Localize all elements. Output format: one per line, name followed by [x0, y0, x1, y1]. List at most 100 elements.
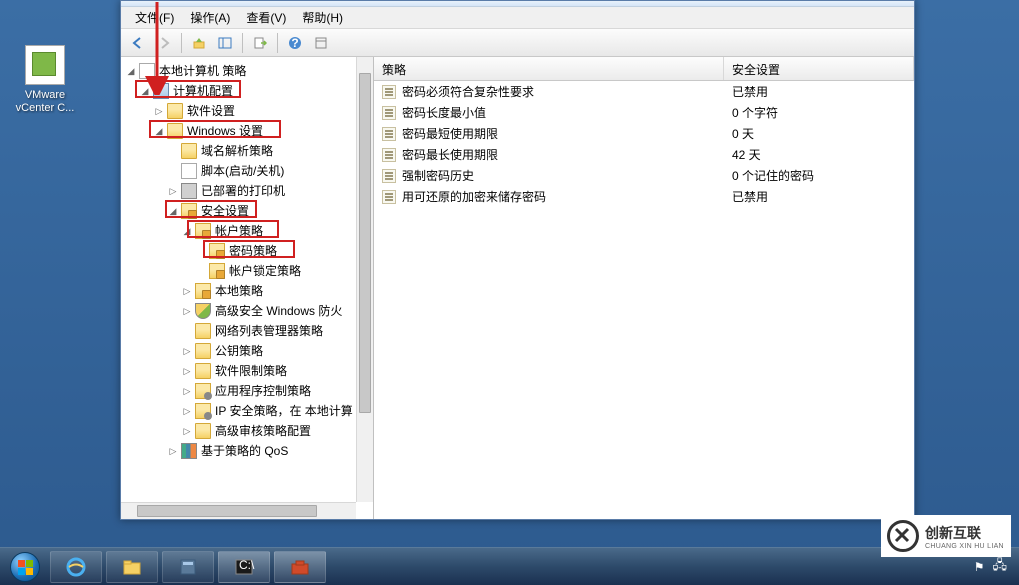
tree-firewall[interactable]: ▷ 高级安全 Windows 防火 — [121, 301, 373, 321]
properties-button[interactable] — [310, 32, 332, 54]
tree-app-control[interactable]: ▷ 应用程序控制策略 — [121, 381, 373, 401]
svg-text:?: ? — [291, 36, 298, 50]
help-button[interactable]: ? — [284, 32, 306, 54]
vertical-scrollbar[interactable] — [356, 57, 373, 502]
list-pane[interactable]: 策略 安全设置 密码必须符合复杂性要求已禁用密码长度最小值0 个字符密码最短使用… — [374, 57, 914, 519]
expand-toggle[interactable]: ◢ — [153, 125, 165, 137]
taskbar-ie[interactable] — [50, 551, 102, 583]
menu-action[interactable]: 操作(A) — [182, 7, 238, 28]
policy-item-icon — [382, 106, 396, 120]
tray-flag-icon[interactable]: ⚑ — [974, 560, 985, 574]
taskbar-cmd[interactable]: C:\ — [218, 551, 270, 583]
expand-toggle[interactable]: ▷ — [181, 425, 193, 437]
tree-dns-policy[interactable]: 域名解析策略 — [121, 141, 373, 161]
taskbar-mmc[interactable] — [274, 551, 326, 583]
folder-lock-icon — [195, 223, 211, 239]
taskbar-server-manager[interactable] — [162, 551, 214, 583]
start-button[interactable] — [4, 551, 46, 583]
tree-windows-settings[interactable]: ◢ Windows 设置 — [121, 121, 373, 141]
list-row[interactable]: 密码长度最小值 0 个字符 — [374, 102, 914, 123]
policy-name: 密码必须符合复杂性要求 — [402, 83, 534, 100]
list-row[interactable]: 密码必须符合复杂性要求已禁用 — [374, 81, 914, 102]
folder-gear-icon — [195, 383, 211, 399]
folder-icon — [195, 343, 211, 359]
printer-icon — [181, 183, 197, 199]
vmware-icon — [25, 45, 65, 85]
annotation-arrow — [145, 0, 175, 95]
list-row[interactable]: 密码最长使用期限 42 天 — [374, 144, 914, 165]
policy-name: 密码最长使用期限 — [402, 146, 498, 163]
expand-toggle[interactable]: ▷ — [181, 285, 193, 297]
expand-toggle[interactable]: ▷ — [181, 365, 193, 377]
mmc-window: 文件(F) 操作(A) 查看(V) 帮助(H) ? ◢ 本地计算机 策略 ◢ 计… — [120, 0, 915, 520]
tree-ip-security[interactable]: ▷ IP 安全策略，在 本地计算 — [121, 401, 373, 421]
list-row[interactable]: 强制密码历史 0 个记住的密码 — [374, 165, 914, 186]
server-icon — [177, 556, 199, 578]
toolbox-icon — [289, 556, 311, 578]
tree-pane[interactable]: ◢ 本地计算机 策略 ◢ 计算机配置 ▷ 软件设置 ◢ Windows 设置 — [121, 57, 374, 519]
desktop-icon-vmware[interactable]: VMware vCenter C... — [10, 45, 80, 115]
list-header: 策略 安全设置 — [374, 57, 914, 81]
expand-toggle[interactable]: ◢ — [167, 205, 179, 217]
menu-view[interactable]: 查看(V) — [238, 7, 294, 28]
folder-lock-icon — [195, 283, 211, 299]
tree-printers[interactable]: ▷ 已部署的打印机 — [121, 181, 373, 201]
tree-scripts[interactable]: 脚本(启动/关机) — [121, 161, 373, 181]
folder-lock-icon — [209, 263, 225, 279]
system-tray[interactable]: ⚑ 🖧 — [974, 556, 1015, 578]
tree-qos[interactable]: ▷ 基于策略的 QoS — [121, 441, 373, 461]
shield-icon — [195, 303, 211, 319]
policy-name: 强制密码历史 — [402, 167, 474, 184]
expand-toggle[interactable]: ◢ — [125, 65, 137, 77]
watermark-logo: 创新互联 CHUANG XIN HU LIAN — [881, 515, 1011, 557]
tree-pubkey[interactable]: ▷ 公钥策略 — [121, 341, 373, 361]
toolbar-separator — [242, 33, 243, 53]
tree-security-settings[interactable]: ◢ 安全设置 — [121, 201, 373, 221]
folder-icon — [181, 143, 197, 159]
expand-toggle[interactable]: ▷ — [181, 305, 193, 317]
policy-setting: 0 个记住的密码 — [724, 165, 914, 186]
taskbar-explorer[interactable] — [106, 551, 158, 583]
expand-toggle[interactable]: ▷ — [167, 445, 179, 457]
list-row[interactable]: 用可还原的加密来储存密码 已禁用 — [374, 186, 914, 207]
content-area: ◢ 本地计算机 策略 ◢ 计算机配置 ▷ 软件设置 ◢ Windows 设置 — [121, 57, 914, 519]
column-policy[interactable]: 策略 — [374, 57, 724, 80]
tree-password-policy[interactable]: 密码策略 — [121, 241, 373, 261]
expand-toggle[interactable]: ◢ — [181, 225, 193, 237]
menu-help[interactable]: 帮助(H) — [294, 7, 351, 28]
policy-setting: 已禁用 — [724, 186, 914, 207]
toolbar-separator — [181, 33, 182, 53]
show-hide-tree-button[interactable] — [214, 32, 236, 54]
tray-network-icon[interactable]: 🖧 — [993, 556, 1008, 578]
chart-icon — [181, 443, 197, 459]
up-button[interactable] — [188, 32, 210, 54]
policy-name: 用可还原的加密来储存密码 — [402, 188, 546, 205]
list-body: 密码必须符合复杂性要求已禁用密码长度最小值0 个字符密码最短使用期限0 天密码最… — [374, 81, 914, 207]
tree-local-policy[interactable]: ▷ 本地策略 — [121, 281, 373, 301]
list-row[interactable]: 密码最短使用期限0 天 — [374, 123, 914, 144]
folder-icon — [167, 123, 183, 139]
expand-toggle[interactable]: ▷ — [181, 385, 193, 397]
tree-account-policy[interactable]: ◢ 帐户策略 — [121, 221, 373, 241]
policy-item-icon — [382, 127, 396, 141]
expand-toggle[interactable]: ▷ — [181, 405, 193, 417]
toolbar: ? — [121, 29, 914, 57]
tree-software-settings[interactable]: ▷ 软件设置 — [121, 101, 373, 121]
folder-lock-icon — [209, 243, 225, 259]
expand-toggle[interactable]: ▷ — [153, 105, 165, 117]
tree-network-list[interactable]: 网络列表管理器策略 — [121, 321, 373, 341]
expand-toggle[interactable]: ▷ — [181, 345, 193, 357]
tree-audit[interactable]: ▷ 高级审核策略配置 — [121, 421, 373, 441]
ie-icon — [65, 556, 87, 578]
export-button[interactable] — [249, 32, 271, 54]
expand-toggle[interactable]: ▷ — [167, 185, 179, 197]
tree-software-restrict[interactable]: ▷ 软件限制策略 — [121, 361, 373, 381]
taskbar: C:\ ⚑ 🖧 — [0, 547, 1019, 585]
column-setting[interactable]: 安全设置 — [724, 57, 914, 80]
policy-setting: 0 个字符 — [724, 102, 914, 123]
tree-lockout-policy[interactable]: 帐户锁定策略 — [121, 261, 373, 281]
horizontal-scrollbar[interactable] — [121, 502, 356, 519]
policy-item-icon — [382, 190, 396, 204]
policy-setting: 42 天 — [724, 144, 914, 165]
policy-name: 密码长度最小值 — [402, 104, 486, 121]
